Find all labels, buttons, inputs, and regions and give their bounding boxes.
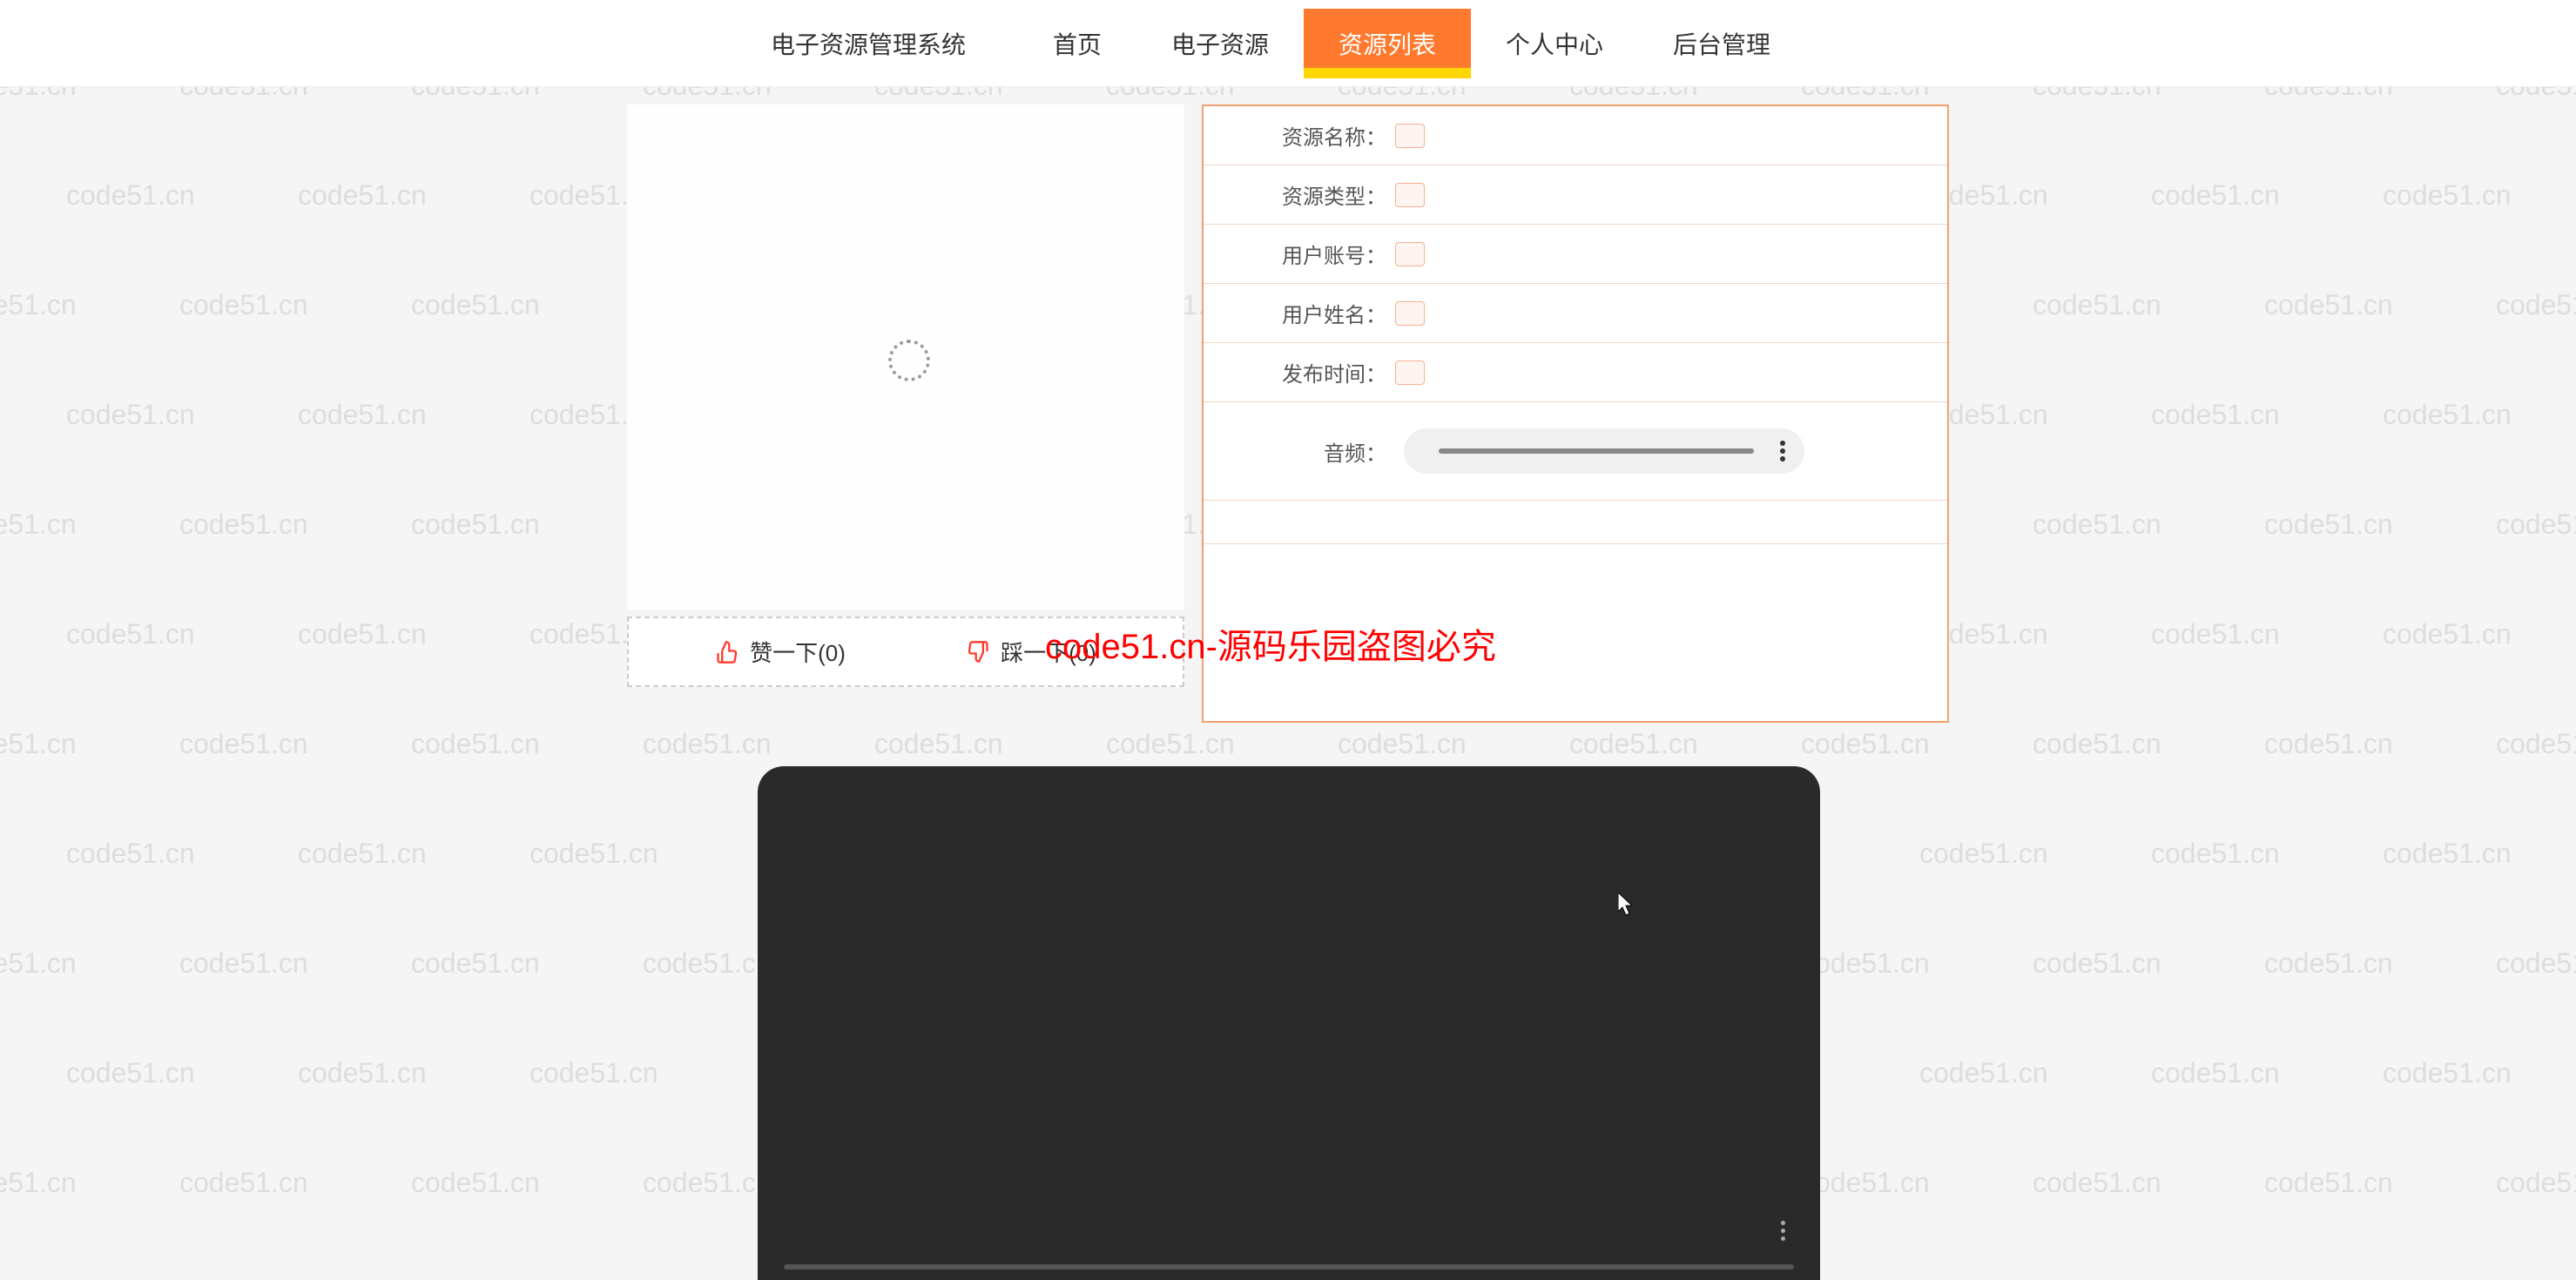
nav-tab-home[interactable]: 首页 xyxy=(1018,9,1136,78)
nav-tab-admin[interactable]: 后台管理 xyxy=(1638,9,1805,78)
detail-row-resource-name: 资源名称： xyxy=(1204,106,1947,165)
publish-time-label: 发布时间： xyxy=(1247,357,1386,387)
nav-tabs: 首页 电子资源 资源列表 个人中心 后台管理 xyxy=(1018,9,1805,78)
user-name-label: 用户姓名： xyxy=(1247,298,1386,328)
thumbs-down-icon xyxy=(966,640,990,664)
system-title: 电子资源管理系统 xyxy=(771,26,966,61)
left-panel: 赞一下(0) 踩一下(0) xyxy=(627,104,1184,687)
nav-tab-resource-list[interactable]: 资源列表 xyxy=(1304,9,1471,78)
resource-type-value xyxy=(1395,183,1425,207)
like-label: 赞一下(0) xyxy=(750,636,846,668)
detail-row-resource-type: 资源类型： xyxy=(1204,165,1947,225)
loading-spinner-icon xyxy=(888,340,923,374)
video-menu-icon[interactable] xyxy=(1781,1221,1785,1241)
top-navigation: 电子资源管理系统 首页 电子资源 资源列表 个人中心 后台管理 xyxy=(0,0,2576,87)
nav-tab-personal[interactable]: 个人中心 xyxy=(1471,9,1638,78)
video-player[interactable] xyxy=(758,766,1820,1280)
detail-row-user-account: 用户账号： xyxy=(1204,225,1947,284)
video-progress-bar[interactable] xyxy=(784,1264,1794,1270)
audio-label: 音频： xyxy=(1247,436,1386,467)
user-name-value xyxy=(1395,301,1425,326)
thumbs-up-icon xyxy=(715,640,739,664)
resource-name-value xyxy=(1395,124,1425,148)
detail-row-audio: 音频： xyxy=(1204,402,1947,501)
image-placeholder xyxy=(627,104,1184,610)
like-button[interactable]: 赞一下(0) xyxy=(715,636,846,668)
user-account-value xyxy=(1395,242,1425,266)
nav-tab-eresource[interactable]: 电子资源 xyxy=(1136,9,1304,78)
publish-time-value xyxy=(1395,360,1425,385)
audio-player[interactable] xyxy=(1404,428,1804,474)
center-watermark: code51.cn-源码乐园盗图必究 xyxy=(1045,618,1496,669)
detail-row-user-name: 用户姓名： xyxy=(1204,284,1947,343)
resource-type-label: 资源类型： xyxy=(1247,179,1386,210)
audio-menu-icon[interactable] xyxy=(1780,441,1787,461)
detail-row-publish-time: 发布时间： xyxy=(1204,343,1947,402)
audio-progress-bar[interactable] xyxy=(1439,448,1754,454)
empty-row xyxy=(1204,501,1947,544)
resource-name-label: 资源名称： xyxy=(1247,120,1386,151)
user-account-label: 用户账号： xyxy=(1247,239,1386,269)
